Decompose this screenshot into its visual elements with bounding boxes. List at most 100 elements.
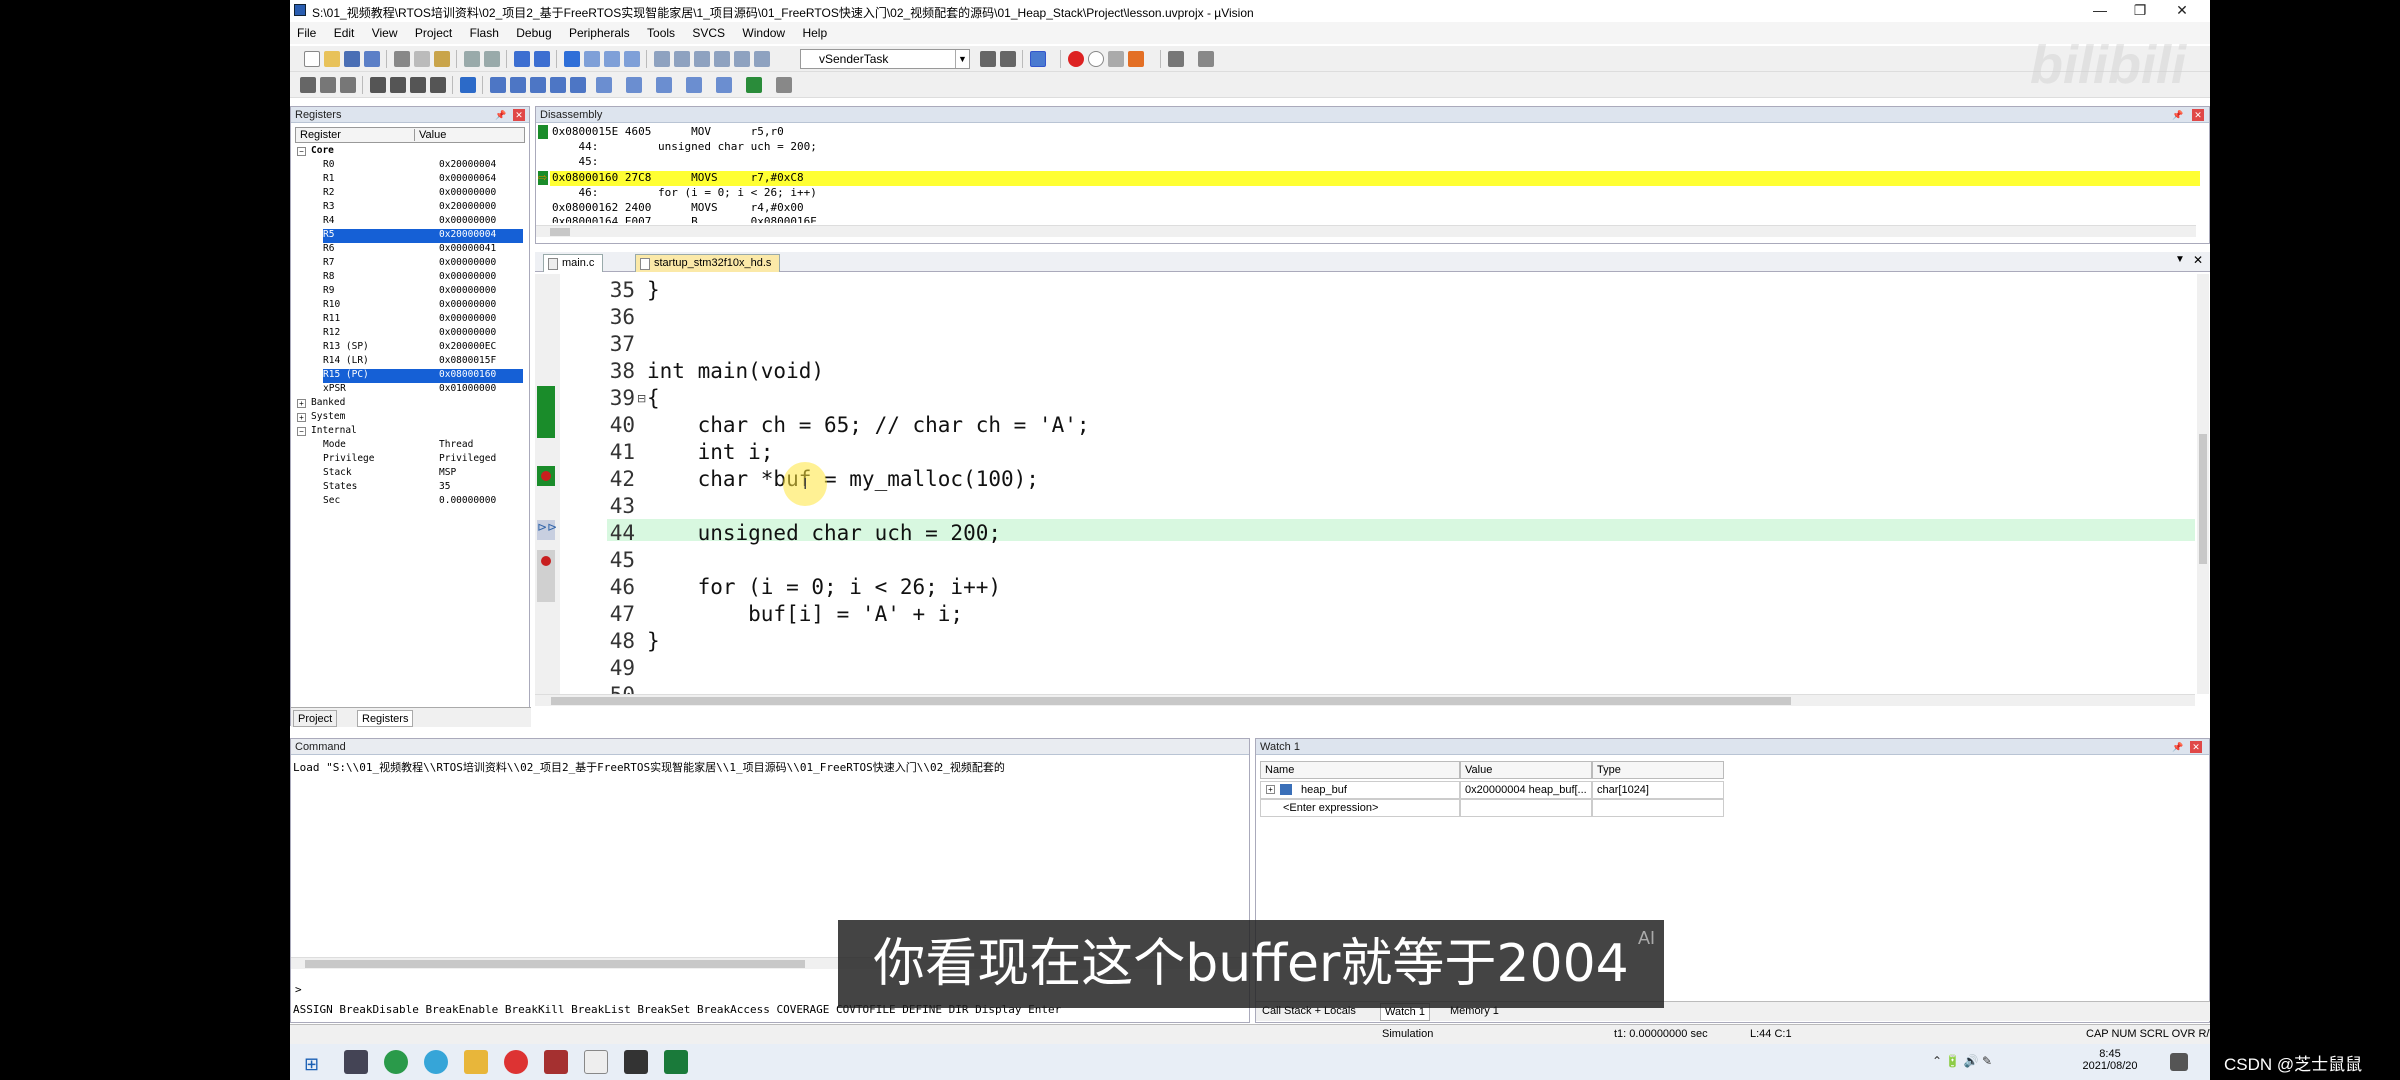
copy-icon[interactable] [414, 51, 430, 67]
register-value[interactable]: 0x00000041 [439, 243, 496, 254]
wechat-icon[interactable] [384, 1050, 408, 1074]
menu-window[interactable]: Window [735, 22, 792, 44]
register-value[interactable]: 0x00000000 [439, 313, 496, 324]
scroll-thumb[interactable] [2199, 434, 2207, 564]
notification-icon[interactable] [2170, 1053, 2188, 1071]
paste-icon[interactable] [434, 51, 450, 67]
tab-list-chevron-icon[interactable]: ▼ [2175, 254, 2185, 265]
register-row[interactable]: R9 0x00000000 [323, 285, 523, 299]
browser-icon[interactable] [424, 1050, 448, 1074]
keil-uvision-icon[interactable] [664, 1050, 688, 1074]
cut-icon[interactable] [394, 51, 410, 67]
register-row[interactable]: R0 0x20000004 [323, 159, 523, 173]
register-row[interactable]: xPSR 0x01000000 [323, 383, 523, 397]
find-icon[interactable] [754, 51, 770, 67]
disasm-line[interactable]: 45: [552, 155, 598, 170]
editor-hscrollbar[interactable] [535, 694, 2195, 706]
app-icon[interactable] [544, 1050, 568, 1074]
value-column-header[interactable]: Value [1460, 761, 1592, 779]
command-window-icon[interactable] [490, 77, 506, 93]
register-value[interactable]: 0x20000004 [439, 229, 496, 240]
register-value[interactable]: 0x01000000 [439, 383, 496, 394]
code-line[interactable]: char ch = 65; // char ch = 'A'; [647, 413, 1090, 437]
register-value[interactable]: 0x00000000 [439, 187, 496, 198]
type-column-header[interactable]: Type [1592, 761, 1724, 779]
taskbar-clock[interactable]: 8:45 2021/08/20 [2070, 1048, 2150, 1072]
internal-row[interactable]: Mode Thread [323, 439, 523, 453]
register-row[interactable]: R2 0x00000000 [323, 187, 523, 201]
register-value[interactable]: 0x0800015F [439, 355, 496, 366]
internal-row[interactable]: Stack MSP [323, 467, 523, 481]
internal-row[interactable]: States 35 [323, 481, 523, 495]
register-value[interactable]: 0x00000000 [439, 271, 496, 282]
registers-window-icon[interactable] [550, 77, 566, 93]
scroll-thumb[interactable] [305, 960, 805, 968]
call-stack-window-icon[interactable] [570, 77, 586, 93]
kill-breakpoints-icon[interactable] [1128, 51, 1144, 67]
tab-registers[interactable]: Registers [357, 710, 414, 727]
incremental-find-icon[interactable] [980, 51, 996, 67]
register-row[interactable]: R5 0x20000004 [323, 229, 523, 243]
register-value[interactable]: 0x00000000 [439, 327, 496, 338]
memory-window-icon[interactable] [626, 77, 642, 93]
enter-expression-field[interactable]: <Enter expression> [1260, 799, 1460, 817]
menu-help[interactable]: Help [795, 22, 834, 44]
menu-debug[interactable]: Debug [509, 22, 558, 44]
find-in-files-icon[interactable] [734, 51, 750, 67]
register-value[interactable]: 0x20000000 [439, 201, 496, 212]
register-row[interactable]: R3 0x20000000 [323, 201, 523, 215]
navigate-forward-icon[interactable] [534, 51, 550, 67]
close-icon[interactable]: ✕ [2190, 741, 2202, 753]
uncomment-icon[interactable] [714, 51, 730, 67]
register-row[interactable]: R14 (LR) 0x0800015F [323, 355, 523, 369]
show-next-statement-icon[interactable] [460, 77, 476, 93]
pin-icon[interactable]: 📌 [2172, 741, 2184, 753]
code-line[interactable]: int i; [647, 440, 774, 464]
run-icon[interactable] [320, 77, 336, 93]
code-editor[interactable]: ⊳⊳ 35} 36 37 38 int main(void) 39 {40 char ch … [535, 274, 2210, 707]
menu-tools[interactable]: Tools [640, 22, 682, 44]
register-group[interactable]: Banked [311, 397, 511, 411]
disasm-line[interactable]: 0x0800015E 4605 MOV r5,r0 [552, 125, 784, 140]
disasm-line[interactable]: 46: for (i = 0; i < 26; i++) [552, 186, 816, 201]
register-column-header[interactable]: Register [300, 129, 341, 141]
register-value[interactable]: 0x08000160 [439, 369, 496, 380]
prev-bookmark-icon[interactable] [584, 51, 600, 67]
register-value[interactable]: 0x00000000 [439, 299, 496, 310]
minimize-button[interactable]: — [2080, 2, 2120, 20]
open-file-icon[interactable] [324, 51, 340, 67]
disasm-line[interactable]: 0x08000164 E007 B 0x0800016E [552, 215, 817, 223]
menu-file[interactable]: File [290, 22, 323, 44]
editor-vscrollbar[interactable] [2197, 274, 2209, 694]
code-line[interactable]: } [647, 278, 660, 302]
expand-icon[interactable]: + [297, 413, 306, 422]
scroll-thumb[interactable] [550, 228, 570, 236]
close-icon[interactable]: ✕ [2192, 109, 2204, 121]
breakpoint-icon[interactable] [541, 471, 551, 481]
step-over-icon[interactable] [390, 77, 406, 93]
register-row[interactable]: R12 0x00000000 [323, 327, 523, 341]
code-line[interactable]: } [647, 629, 660, 653]
task-view-icon[interactable] [344, 1050, 368, 1074]
step-into-icon[interactable] [370, 77, 386, 93]
register-row[interactable]: R13 (SP) 0x200000EC [323, 341, 523, 355]
disasm-line[interactable]: 0x08000160 27C8 MOVS r7,#0xC8 [552, 171, 804, 186]
comment-icon[interactable] [694, 51, 710, 67]
code-line[interactable]: int main(void) [647, 359, 824, 383]
breakpoint-icon[interactable] [541, 556, 551, 566]
register-group[interactable]: Internal [311, 425, 511, 439]
system-viewer-icon[interactable] [746, 77, 762, 93]
register-value[interactable]: 0x00000000 [439, 285, 496, 296]
register-row[interactable]: R10 0x00000000 [323, 299, 523, 313]
typora-icon[interactable] [584, 1050, 608, 1074]
start-debug-icon[interactable] [1030, 51, 1046, 67]
close-tab-icon[interactable]: ✕ [2193, 253, 2203, 267]
bookmark-icon[interactable] [564, 51, 580, 67]
register-row[interactable]: R11 0x00000000 [323, 313, 523, 327]
stop-icon[interactable] [340, 77, 356, 93]
save-all-icon[interactable] [364, 51, 380, 67]
disable-breakpoints-icon[interactable] [1108, 51, 1124, 67]
menu-view[interactable]: View [365, 22, 405, 44]
disassembly-window-icon[interactable] [510, 77, 526, 93]
clear-bookmarks-icon[interactable] [624, 51, 640, 67]
